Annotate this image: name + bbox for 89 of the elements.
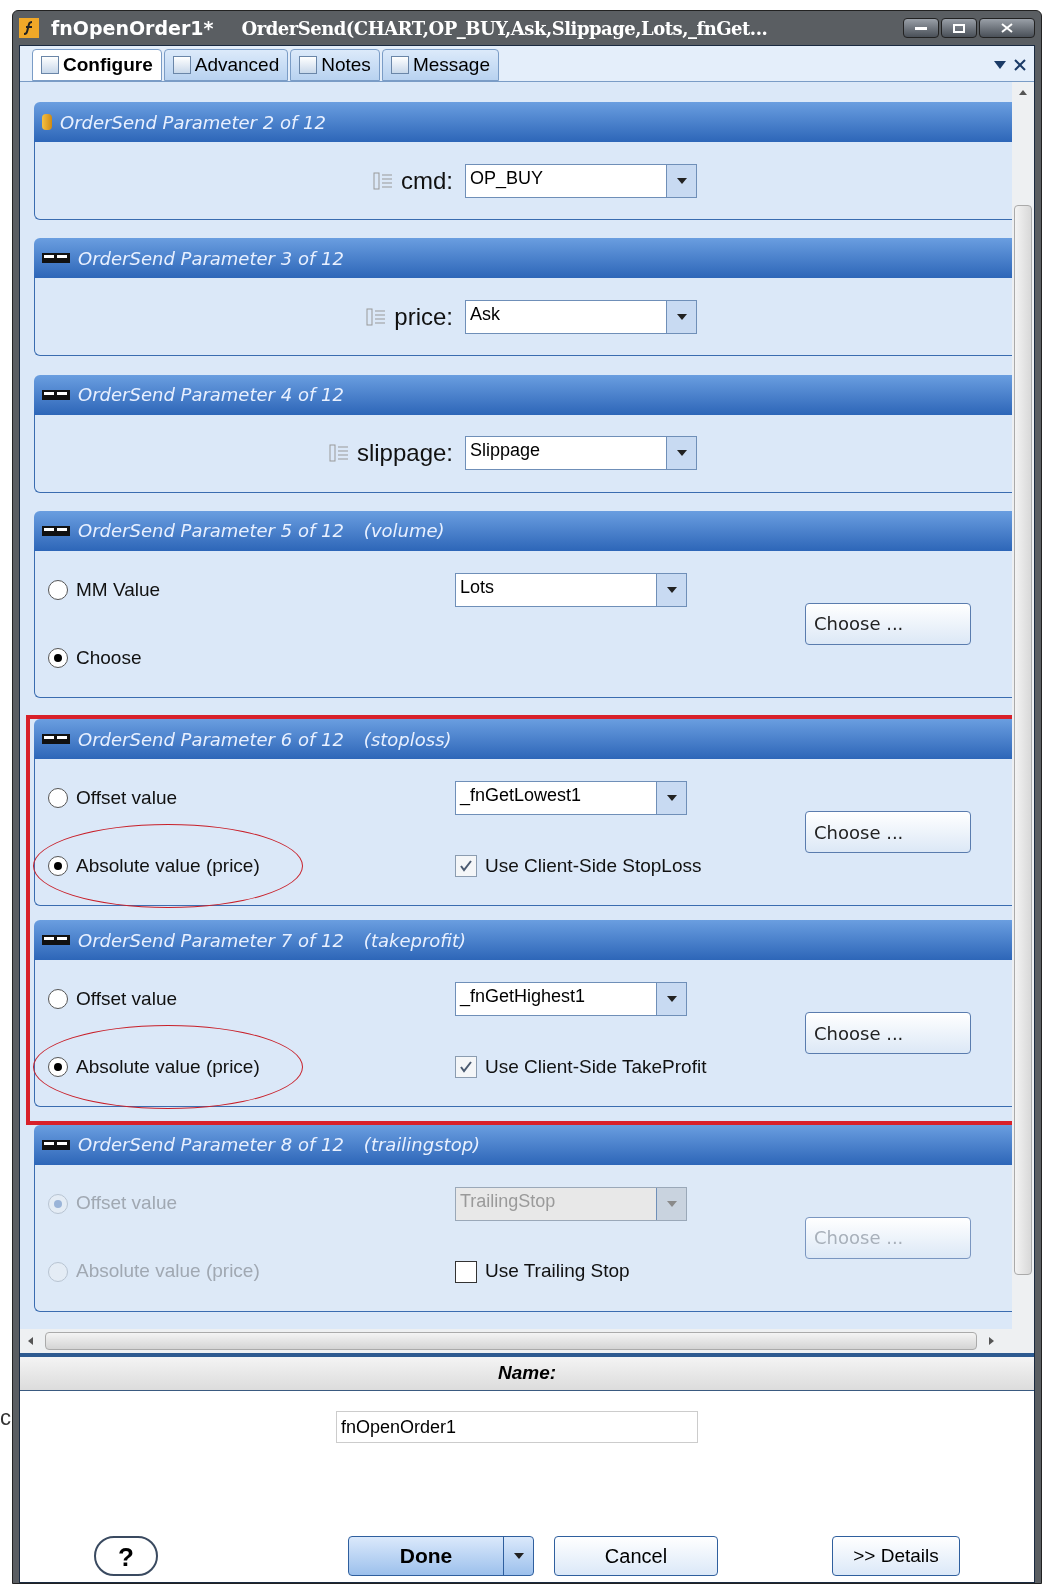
window-title: fnOpenOrder1* [51,15,214,41]
tab[interactable]: Message [381,49,499,81]
option-label: Absolute value (price) [76,854,260,879]
name-field[interactable]: fnOpenOrder1 [336,1411,698,1443]
cylinder-icon [42,114,52,130]
tab-icon [299,56,318,74]
vertical-scrollbar[interactable] [1012,82,1034,1329]
option-label: Offset value [76,1191,178,1216]
grid-icon [42,389,70,400]
option-label: Absolute value (price) [76,1259,260,1284]
radio-button[interactable] [48,989,68,1009]
close-icon[interactable] [1014,59,1026,71]
tab-icon [172,56,191,74]
scroll-up-icon[interactable] [1019,90,1027,95]
grid-icon [42,935,70,945]
section-title: OrderSend Parameter 7 of 12 [78,928,344,953]
section-title: OrderSend Parameter 3 of 12 [78,246,344,271]
section-note: (takeprofit) [363,928,466,953]
tab[interactable]: Notes [290,49,380,81]
checkmark-icon [459,1060,473,1074]
caret-icon [656,1187,686,1220]
section-note: (stoploss) [363,727,452,752]
field-label: cmd: [401,165,453,196]
field-label: price: [394,301,453,332]
section-title: OrderSend Parameter 5 of 12 [78,519,344,544]
list-icon [366,307,387,326]
minimize-icon[interactable] [903,18,939,38]
caret-icon [656,782,686,815]
caret-icon [666,437,696,470]
checkbox-label: Use Trailing Stop [485,1259,630,1284]
checkbox[interactable] [455,855,477,878]
checkbox-label: Use Client-Side StopLoss [485,854,702,879]
caret-icon [656,983,686,1015]
name-header: Name: [20,1357,1034,1391]
dropdown[interactable]: Lots [455,573,687,607]
choose-button[interactable]: Choose ... [805,603,971,645]
option-label: Offset value [76,986,178,1011]
dropdown-arrow-icon[interactable] [994,61,1006,69]
cancel-button[interactable]: Cancel [554,1536,718,1576]
option-label: Offset value [76,786,178,811]
background-text: c [0,1404,12,1432]
grid-icon [42,734,70,745]
window-subtitle: OrderSend(CHART,OP_BUY,Ask,Slippage,Lots,_fnGet... [241,16,768,41]
section-title: OrderSend Parameter 6 of 12 [78,727,344,752]
radio-button[interactable] [48,788,68,809]
tab[interactable]: Advanced [163,49,289,81]
option-label: Absolute value (price) [76,1054,260,1079]
checkbox-label: Use Client-Side TakeProfit [485,1054,707,1079]
dropdown[interactable]: _fnGetLowest1 [455,781,687,816]
dropdown[interactable]: Slippage [465,436,697,471]
caret-icon [666,164,696,197]
close-icon[interactable] [979,18,1035,38]
list-icon [373,171,393,190]
dropdown[interactable]: _fnGetHighest1 [455,982,687,1016]
tab[interactable]: Configure [32,49,162,81]
horizontal-scrollbar[interactable] [20,1329,1034,1353]
caret-icon [666,300,696,333]
done-button[interactable]: Done [348,1536,534,1576]
maximize-icon[interactable] [941,18,977,38]
checkbox[interactable] [455,1056,477,1078]
tab-icon [41,56,59,74]
radio-button[interactable] [48,856,68,877]
dropdown[interactable]: OP_BUY [465,163,697,198]
radio-button[interactable] [48,648,68,668]
section-note: (volume) [363,519,445,544]
radio-button[interactable] [48,1057,68,1077]
caret-icon [656,574,686,606]
choose-button[interactable]: Choose ... [805,811,971,854]
grid-icon [42,253,70,264]
dropdown[interactable]: Ask [465,299,697,334]
details-button[interactable]: >> Details [832,1536,960,1576]
option-label: MM Value [76,577,161,602]
section-title: OrderSend Parameter 4 of 12 [78,383,344,408]
section-note: (trailingstop) [363,1133,481,1158]
section-title: OrderSend Parameter 8 of 12 [78,1133,344,1158]
checkmark-icon [459,859,473,874]
tab-icon [390,56,409,74]
list-icon [328,444,349,463]
scroll-right-icon[interactable] [989,1337,994,1345]
grid-icon [42,526,70,536]
choose-button[interactable]: Choose ... [805,1012,971,1054]
scroll-left-icon[interactable] [28,1337,33,1345]
field-label: slippage: [356,438,453,469]
help-button[interactable]: ? [94,1536,158,1576]
section-title: OrderSend Parameter 2 of 12 [60,110,326,135]
function-icon [19,18,39,38]
radio-button[interactable] [48,580,68,600]
option-label: Choose [76,645,142,670]
grid-icon [42,1139,70,1150]
